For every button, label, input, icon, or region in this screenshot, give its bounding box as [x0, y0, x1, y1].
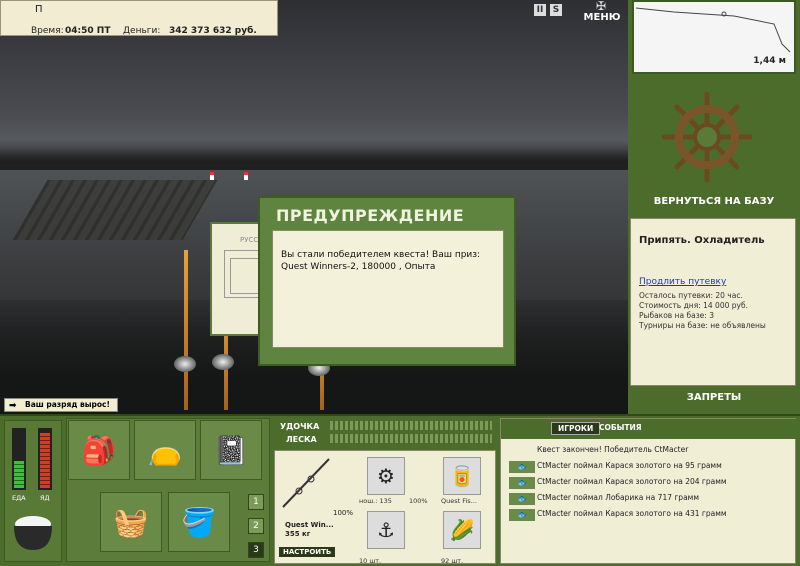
- quest-finished-text: Квест закончен! Победитель CtMacter: [537, 445, 689, 454]
- top-controls: II S: [534, 4, 562, 16]
- time-value: 04:50 ПТ: [65, 26, 111, 36]
- groundbait-icon[interactable]: 🌽: [443, 511, 481, 549]
- fish-icon: 🐟: [509, 461, 535, 473]
- poison-label: ЯД: [40, 494, 50, 502]
- player-info-panel: П Время: 04:50 ПТ Деньги: 342 373 632 ру…: [0, 0, 278, 36]
- return-to-base-button[interactable]: ВЕРНУТЬСЯ НА БАЗУ: [632, 196, 796, 214]
- pier: [12, 180, 218, 240]
- rod-weight: 355 кг: [285, 530, 311, 538]
- catch-entry: CtMacter поймал Карася золотого на 431 г…: [537, 509, 727, 518]
- anglers-count: Рыбаков на базе: 3: [639, 311, 714, 320]
- speed-icon[interactable]: S: [550, 4, 562, 16]
- fishing-rod[interactable]: [184, 250, 188, 410]
- basket-icon[interactable]: 🧺: [100, 492, 162, 552]
- inventory-page-1[interactable]: 1: [248, 494, 264, 510]
- bans-button[interactable]: ЗАПРЕТЫ: [632, 392, 796, 408]
- bucket-icon[interactable]: 🪣: [168, 492, 230, 552]
- notebook-icon[interactable]: 📓: [200, 420, 262, 480]
- food-meter-fill: [14, 461, 24, 488]
- bait-caption: Quest Fis...: [441, 497, 477, 505]
- permit-remaining: Осталось путевки: 20 час.: [639, 291, 743, 300]
- catch-entry: CtMacter поймал Лобарика на 717 грамм: [537, 493, 699, 502]
- rod-label: УДОЧКА: [280, 422, 320, 431]
- groundbait-caption: 92 шт.: [441, 557, 464, 565]
- reel-caption: нош.: 135: [359, 497, 392, 505]
- hook-icon[interactable]: ⚓: [367, 511, 405, 549]
- rank-text: Ваш разряд вырос!: [25, 400, 110, 409]
- rod-condition: 100%: [333, 509, 354, 517]
- events-tabs: ИГРОКИ СОБЫТИЯ: [501, 419, 797, 439]
- gear-panel: 100% Quest Win... 355 кг НАСТРОИТЬ ⚙ нош…: [274, 450, 496, 565]
- money-value: 342 373 632 руб.: [169, 26, 257, 36]
- line-tension-bar: [330, 434, 492, 443]
- fish-icon: 🐟: [509, 493, 535, 505]
- backpack-icon[interactable]: 🎒: [68, 420, 130, 480]
- rod-tension-bar: [330, 421, 492, 430]
- depth-value: 1,44 м: [753, 56, 786, 66]
- pause-icon[interactable]: II: [534, 4, 546, 16]
- food-meter: [12, 428, 26, 490]
- ship-wheel-icon[interactable]: [661, 91, 753, 183]
- cauldron-icon[interactable]: [8, 510, 58, 554]
- fish-icon: 🐟: [509, 477, 535, 489]
- base-info-panel: Припять. Охладитель Продлить путевку Ост…: [630, 218, 796, 386]
- catch-entry: CtMacter поймал Карася золотого на 204 г…: [537, 477, 727, 486]
- rank-notification[interactable]: ➡ Ваш разряд вырос!: [4, 398, 118, 412]
- inventory-page-2[interactable]: 2: [248, 518, 264, 534]
- rod-icon[interactable]: [279, 455, 333, 511]
- gear-header: УДОЧКА ЛЕСКА: [274, 418, 496, 448]
- warning-dialog[interactable]: ПРЕДУПРЕЖДЕНИЕ Вы стали победителем квес…: [258, 196, 516, 366]
- inventory-page-3[interactable]: 3: [248, 542, 264, 558]
- reel: [212, 354, 234, 370]
- reel: [174, 356, 196, 372]
- line-label: ЛЕСКА: [286, 435, 317, 444]
- hook-caption: 10 шт.: [359, 557, 382, 565]
- time-label: Время:: [31, 26, 64, 36]
- poison-meter: [38, 428, 52, 490]
- buoy: [210, 172, 214, 180]
- tune-button[interactable]: НАСТРОИТЬ: [279, 547, 336, 557]
- arrow-icon: ➡: [9, 401, 17, 411]
- warning-title: ПРЕДУПРЕЖДЕНИЕ: [276, 206, 465, 225]
- warning-message: Вы стали победителем квеста! Ваш приз: Q…: [272, 230, 504, 348]
- tournaments-status: Турниры на базе: не объявлены: [639, 321, 766, 330]
- day-cost: Стоимость дня: 14 000 руб.: [639, 301, 748, 310]
- catch-entry: CtMacter поймал Карася золотого на 95 гр…: [537, 461, 722, 470]
- player-name: П: [35, 4, 43, 15]
- bait-icon[interactable]: 🥫: [443, 457, 481, 495]
- poison-meter-fill: [40, 432, 50, 488]
- depth-chart: 1,44 м: [632, 0, 796, 74]
- buoy: [244, 172, 248, 180]
- base-title: Припять. Охладитель: [639, 235, 765, 246]
- fish-icon: 🐟: [509, 509, 535, 521]
- money-label: Деньги:: [123, 26, 161, 36]
- reel-icon[interactable]: ⚙: [367, 457, 405, 495]
- events-panel: ИГРОКИ СОБЫТИЯ Квест закончен! Победител…: [500, 418, 797, 564]
- extend-permit-link[interactable]: Продлить путевку: [639, 277, 726, 287]
- food-label: ЕДА: [12, 494, 26, 502]
- sack-icon[interactable]: 👝: [134, 420, 196, 480]
- tab-events[interactable]: СОБЫТИЯ: [593, 422, 648, 433]
- menu-button[interactable]: МЕНЮ: [580, 0, 624, 26]
- rod-name: Quest Win...: [285, 521, 334, 529]
- reel-condition: 100%: [409, 497, 428, 505]
